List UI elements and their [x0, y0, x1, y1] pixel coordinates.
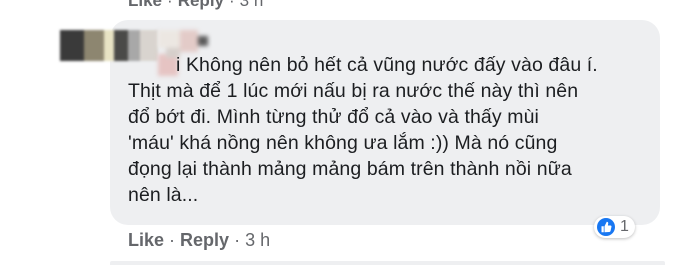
comment-timestamp[interactable]: 3 h [245, 230, 270, 250]
comment-actions: Like · Reply · 3 h [128, 230, 270, 251]
comment-line: nên là... [128, 184, 199, 206]
next-comment-bubble [110, 261, 665, 265]
previous-timestamp: 3 h [239, 0, 264, 10]
comment-line: 'máu' khá nồng nên không ưa lắm :)) Mà n… [128, 132, 558, 154]
comment-line: i Không nên bỏ hết cả vũng nước đấy vào … [176, 54, 598, 76]
separator-dot: · [167, 0, 173, 10]
previous-comment-actions: Like · Reply · 3 h [128, 0, 263, 11]
comment-line: Thịt mà để 1 lúc mới nấu bị ra nước thế … [128, 80, 579, 102]
reaction-badge[interactable]: 1 [594, 216, 635, 238]
like-thumb-icon [597, 218, 615, 236]
separator-dot: · [234, 230, 241, 250]
comment-line: đọng lại thành mảng mảng bám trên thành … [128, 158, 572, 180]
previous-reply-button[interactable]: Reply [178, 0, 224, 10]
like-button[interactable]: Like [128, 230, 164, 250]
separator-dot: · [169, 230, 176, 250]
reaction-count: 1 [620, 218, 629, 235]
comment-thread: Like · Reply · 3 h i Không nên bỏ hết cả vũn… [0, 0, 700, 265]
comment-body: i Không nên bỏ hết cả vũng nước đấy vào … [128, 52, 658, 208]
separator-dot: · [229, 0, 235, 10]
comment-line: đổ bớt đi. Mình từng thử đổ cả vào và th… [128, 106, 539, 128]
reply-button[interactable]: Reply [180, 230, 229, 250]
previous-like-button[interactable]: Like [128, 0, 162, 10]
